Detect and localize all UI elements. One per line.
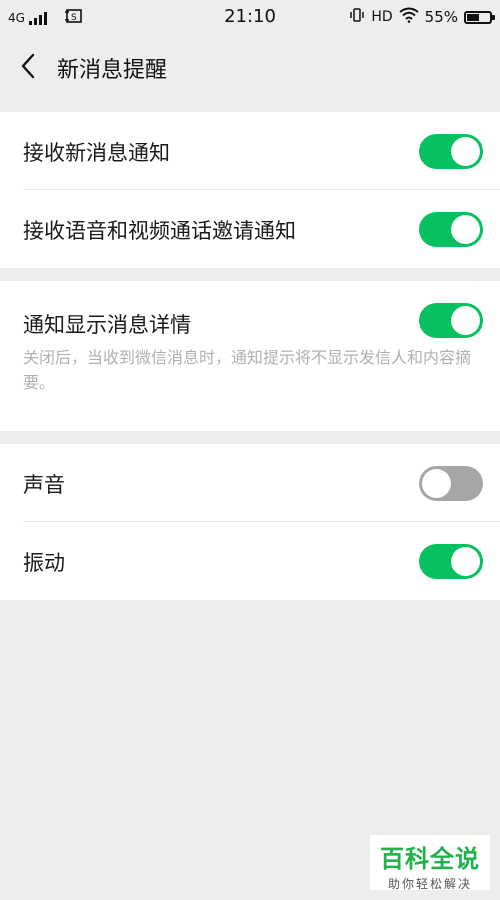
vibrate-icon	[349, 7, 365, 27]
toggle-knob	[451, 215, 480, 244]
wifi-icon	[399, 7, 419, 27]
back-button[interactable]	[10, 48, 46, 84]
toggle-knob	[451, 547, 480, 576]
settings-group-notifications: 接收新消息通知 接收语音和视频通话邀请通知	[0, 112, 500, 268]
toggle-knob	[451, 306, 480, 335]
row-label: 声音	[23, 473, 65, 497]
row-label: 接收语音和视频通话邀请通知	[23, 219, 296, 243]
nav-bar: 新消息提醒	[0, 34, 500, 100]
status-bar: 4G S 21:10 HD 55%	[0, 0, 500, 34]
row-label: 通知显示消息详情	[23, 313, 191, 337]
row-label: 振动	[23, 551, 65, 575]
battery-icon	[464, 10, 495, 24]
watermark-logo: 百科全说 助你轻松解决	[370, 835, 490, 891]
watermark-subtitle: 助你轻松解决	[387, 877, 472, 891]
call-invite-toggle[interactable]	[419, 212, 483, 247]
settings-row-new-message: 接收新消息通知	[0, 112, 500, 190]
hd-label: HD	[371, 9, 393, 25]
row-label: 接收新消息通知	[23, 141, 170, 165]
settings-row-sound: 声音	[0, 444, 500, 522]
settings-row-call-invite: 接收语音和视频通话邀请通知	[0, 190, 500, 268]
vibrate-toggle[interactable]	[419, 544, 483, 579]
details-description: 关闭后，当收到微信消息时，通知提示将不显示发信人和内容摘要。	[23, 348, 472, 392]
watermark-title: 百科全说	[380, 845, 480, 873]
toggle-knob	[451, 137, 480, 166]
chevron-left-icon	[21, 53, 35, 79]
page-title: 新消息提醒	[57, 58, 168, 83]
status-right: HD 55%	[349, 7, 495, 27]
toggle-knob	[422, 469, 451, 498]
new-message-toggle[interactable]	[419, 134, 483, 169]
sound-toggle[interactable]	[419, 466, 483, 501]
battery-percent: 55%	[424, 8, 458, 26]
show-details-toggle[interactable]	[419, 303, 483, 338]
settings-group-details: 通知显示消息详情 关闭后，当收到微信消息时，通知提示将不显示发信人和内容摘要。	[0, 281, 500, 431]
settings-row-vibrate: 振动	[0, 522, 500, 600]
settings-group-alerts: 声音 振动	[0, 444, 500, 600]
